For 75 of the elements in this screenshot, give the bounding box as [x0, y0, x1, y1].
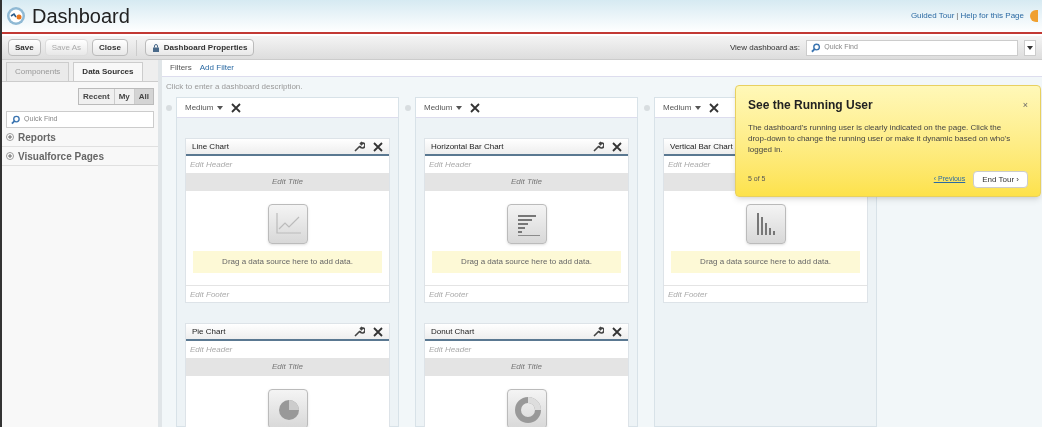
chart-type-icon: [267, 389, 308, 427]
caret-icon: [695, 105, 702, 110]
search-icon: [11, 114, 21, 125]
wrench-icon[interactable]: [592, 140, 604, 153]
filter-toggle[interactable]: Recent: [78, 89, 114, 104]
close-button[interactable]: ×: [1022, 96, 1028, 114]
header-field[interactable]: Edit Header: [186, 156, 389, 173]
footer-field[interactable]: Edit Footer: [425, 285, 628, 302]
end-tour-button[interactable]: End Tour ›: [973, 171, 1028, 188]
chart-type-icon: [745, 204, 786, 244]
close-icon[interactable]: [373, 141, 383, 152]
caret-icon: [217, 105, 224, 110]
tree-item[interactable]: Visualforce Pages: [2, 147, 158, 166]
remove-column-icon[interactable]: [470, 102, 481, 113]
dashboard-properties-button[interactable]: Dashboard Properties: [144, 39, 255, 56]
sidebar-tab[interactable]: Data Sources: [73, 62, 143, 81]
caret-icon: [456, 105, 463, 110]
search-icon: [811, 42, 821, 53]
help-link[interactable]: Guided Tour: [910, 10, 955, 22]
drag-handle-icon[interactable]: [405, 105, 411, 111]
drag-handle-icon[interactable]: [644, 105, 650, 111]
header-field[interactable]: Edit Header: [425, 156, 628, 173]
size-dropdown[interactable]: Medium: [424, 101, 463, 114]
dropdown-button[interactable]: [1024, 39, 1036, 56]
close-icon[interactable]: [373, 326, 383, 337]
wrench-icon[interactable]: [592, 325, 604, 338]
size-dropdown[interactable]: Medium: [185, 101, 224, 114]
caret-icon: [1027, 45, 1033, 50]
tour-text: The dashboard's running user is clearly indicated on the page. Click the drop-down to change the running user or make it dynamic based on who's logged in.: [748, 122, 1012, 155]
title-field[interactable]: Edit Title: [510, 176, 543, 188]
drop-hint: Drag a data source here to add data.: [432, 251, 621, 273]
component-title: Line Chart: [192, 140, 229, 153]
footer-field[interactable]: Edit Footer: [186, 285, 389, 302]
title-bar[interactable]: Edit Title: [186, 173, 389, 191]
tour-title: See the Running User: [748, 97, 873, 114]
close-icon[interactable]: [612, 141, 622, 152]
expand-icon[interactable]: [6, 133, 14, 141]
wrench-icon[interactable]: [353, 325, 365, 338]
add-filter-link[interactable]: Add Filter: [199, 62, 234, 74]
component-title: Horizontal Bar Chart: [431, 140, 504, 153]
expand-icon[interactable]: [6, 152, 14, 160]
chart-type-icon: [506, 204, 547, 244]
sidebar-tab[interactable]: Components: [6, 62, 70, 81]
title-bar[interactable]: Edit Title: [186, 358, 389, 376]
toolbar-button[interactable]: Close: [92, 39, 128, 56]
title-bar[interactable]: Edit Title: [425, 358, 628, 376]
size-dropdown[interactable]: Medium: [663, 101, 702, 114]
description-field[interactable]: Click to enter a dashboard description.: [162, 81, 1042, 93]
remove-column-icon[interactable]: [709, 102, 720, 113]
title-field[interactable]: Edit Title: [510, 361, 543, 373]
header-field[interactable]: Edit Header: [186, 341, 389, 358]
wrench-icon[interactable]: [353, 140, 365, 153]
drag-handle-icon[interactable]: [166, 105, 172, 111]
page-title: Dashboard: [32, 4, 130, 29]
filters-label: Filters: [170, 62, 192, 74]
component-title: Vertical Bar Chart: [670, 140, 733, 153]
remove-column-icon[interactable]: [231, 102, 242, 113]
close-icon[interactable]: [612, 326, 622, 337]
title-field[interactable]: Edit Title: [271, 176, 304, 188]
separator: |: [956, 10, 959, 22]
title-field[interactable]: Edit Title: [271, 361, 304, 373]
tree-item[interactable]: Reports: [2, 128, 158, 147]
drop-hint: Drag a data source here to add data.: [193, 251, 382, 273]
view-as-label: View dashboard as:: [729, 41, 800, 54]
title-bar[interactable]: Edit Title: [425, 173, 628, 191]
header-field[interactable]: Edit Header: [425, 341, 628, 358]
chart-type-icon: [267, 204, 308, 244]
component-title: Donut Chart: [431, 325, 475, 338]
help-link[interactable]: Help for this Page: [960, 10, 1024, 22]
footer-field[interactable]: Edit Footer: [664, 285, 867, 302]
toolbar-button[interactable]: Save: [8, 39, 41, 56]
dashboard-logo-icon: [6, 6, 26, 26]
drop-hint: Drag a data source here to add data.: [671, 251, 860, 273]
lock-icon: [151, 43, 160, 52]
component-title: Pie Chart: [192, 325, 226, 338]
